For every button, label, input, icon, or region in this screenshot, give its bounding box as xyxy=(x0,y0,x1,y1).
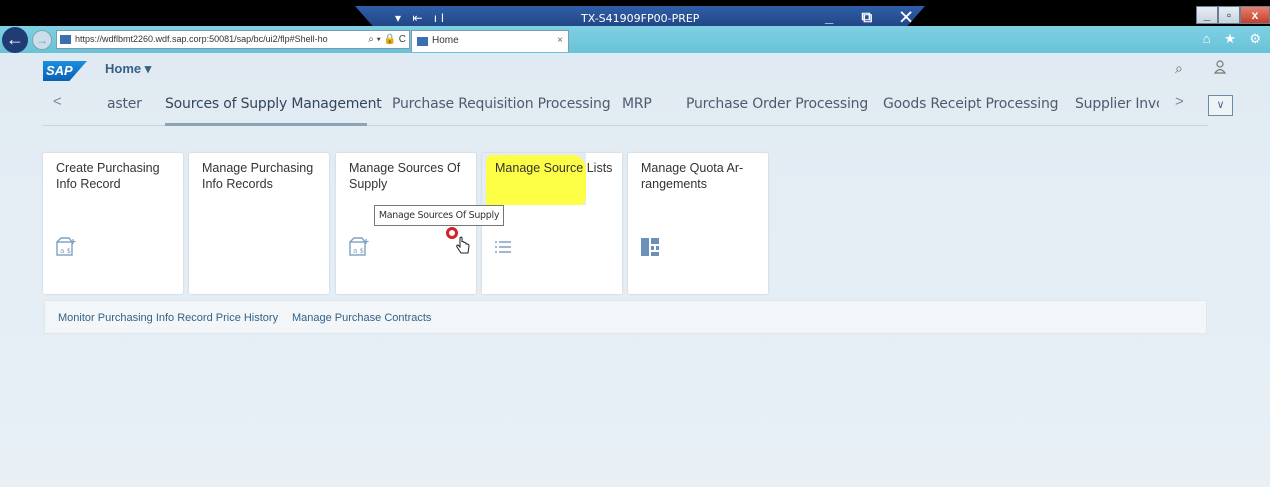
tab-supplier-invoice[interactable]: Supplier Invc xyxy=(1075,96,1159,112)
tab-goods-receipt[interactable]: Goods Receipt Processing xyxy=(883,96,1059,112)
back-button[interactable]: ← xyxy=(2,27,28,53)
forward-button[interactable]: → xyxy=(32,30,52,50)
tab-mrp[interactable]: MRP xyxy=(622,96,652,112)
anchor-navigation: < aster Sources of Supply Management Pur… xyxy=(43,88,1233,126)
tab-favicon-icon xyxy=(417,37,428,46)
nav-prev-icon[interactable]: < xyxy=(53,93,62,110)
quota-icon xyxy=(640,237,660,263)
browser-right-icons[interactable]: ⌂ ★ ⚙ xyxy=(1203,31,1266,47)
site-favicon-icon xyxy=(60,35,71,44)
user-icon[interactable] xyxy=(1213,60,1227,77)
remote-session-title: TX-S41909FP00-PREP xyxy=(581,12,700,25)
minimize-button[interactable]: _ xyxy=(1196,6,1218,24)
connection-icons[interactable]: ▾ ⇤ ıl xyxy=(395,11,448,25)
svg-text:a $: a $ xyxy=(60,247,71,255)
tooltip: Manage Sources Of Supply xyxy=(374,205,504,226)
tab-sources-of-supply[interactable]: Sources of Supply Management xyxy=(165,96,382,112)
remote-session-controls[interactable]: _ ⧉ ✕ xyxy=(825,9,924,26)
address-tools[interactable]: ⌕ ▾ 🔒 C xyxy=(368,31,406,48)
link-manage-purchase-contracts[interactable]: Manage Purchase Contracts xyxy=(292,312,431,324)
svg-text:a $: a $ xyxy=(353,247,364,255)
browser-tab-home[interactable]: Home × xyxy=(411,30,569,52)
restore-button[interactable]: ▫ xyxy=(1218,6,1240,24)
tile-title: Manage Sources Of Supply xyxy=(349,161,461,191)
home-menu[interactable]: Home ▾ xyxy=(105,61,151,77)
info-record-icon: a $ xyxy=(55,237,77,263)
info-record-icon: a $ xyxy=(348,237,370,263)
tile-title: Manage Quota Ar-rangements xyxy=(641,161,744,191)
link-tile-strip: Monitor Purchasing Info Record Price His… xyxy=(44,300,1207,334)
search-icon[interactable]: ⌕ xyxy=(1175,60,1183,77)
tile-title: Create Purchasing Info Record xyxy=(56,161,160,191)
window-controls: _ ▫ x xyxy=(1196,6,1270,26)
active-tab-underline xyxy=(165,123,367,126)
browser-toolbar: ← → https://wdflbmt2260.wdf.sap.corp:500… xyxy=(0,26,1270,53)
nav-overflow-button[interactable]: ∨ xyxy=(1208,95,1233,116)
tab-master-data[interactable]: aster xyxy=(107,96,142,112)
address-bar[interactable]: https://wdflbmt2260.wdf.sap.corp:50081/s… xyxy=(56,30,410,49)
hand-cursor-icon xyxy=(455,236,471,261)
nav-next-icon[interactable]: > xyxy=(1175,93,1184,110)
tab-title: Home xyxy=(432,35,459,46)
tile-manage-quota-arrangements[interactable]: Manage Quota Ar-rangements xyxy=(628,153,768,294)
tab-close-icon[interactable]: × xyxy=(557,31,563,51)
link-monitor-price-history[interactable]: Monitor Purchasing Info Record Price His… xyxy=(58,312,278,324)
tab-purchase-order[interactable]: Purchase Order Processing xyxy=(686,96,868,112)
tile-create-purchasing-info-record[interactable]: Create Purchasing Info Record a $ xyxy=(43,153,183,294)
tile-manage-purchasing-info-records[interactable]: Manage Purchasing Info Records xyxy=(189,153,329,294)
tile-title: Manage Source Lists xyxy=(495,161,613,175)
list-icon xyxy=(494,237,514,263)
sap-logo[interactable]: SAP xyxy=(43,61,87,81)
address-url: https://wdflbmt2260.wdf.sap.corp:50081/s… xyxy=(75,34,328,44)
tile-title: Manage Purchasing Info Records xyxy=(202,161,314,191)
close-button[interactable]: x xyxy=(1240,6,1270,24)
tab-purchase-requisition[interactable]: Purchase Requisition Processing xyxy=(392,96,611,112)
